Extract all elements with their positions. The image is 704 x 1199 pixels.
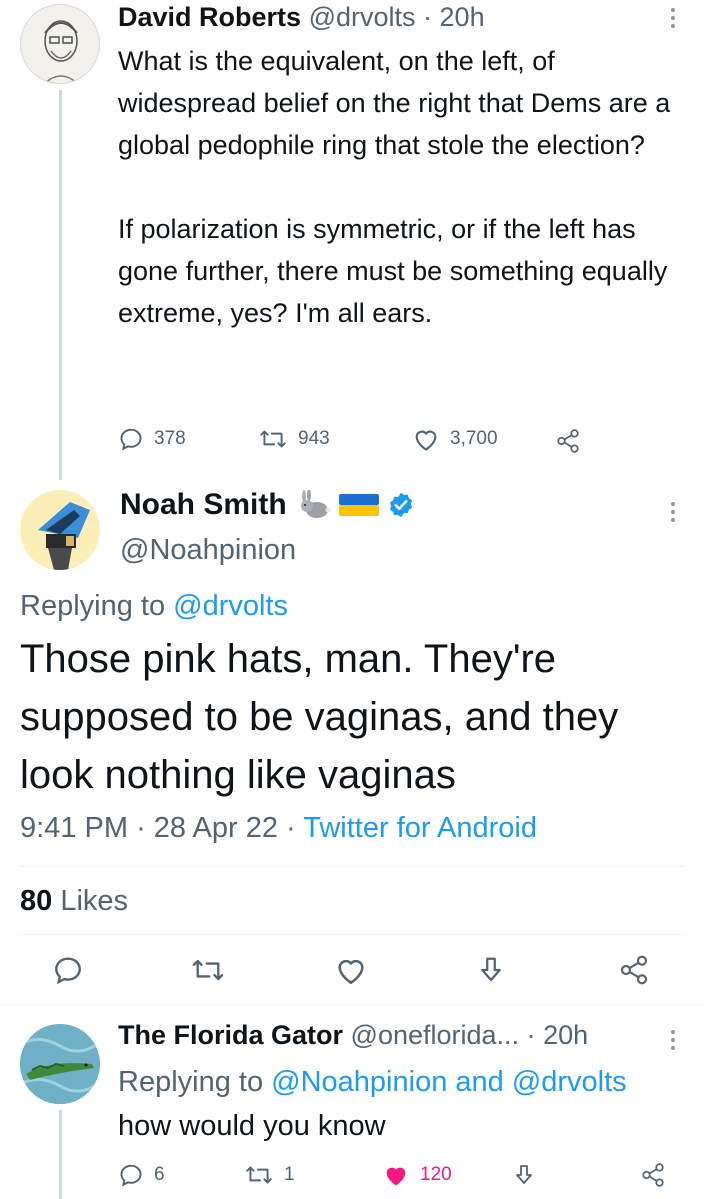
tweet-2-text: Those pink hats, man. They're supposed t… — [20, 637, 630, 797]
more-icon[interactable] — [670, 8, 676, 32]
author-handle[interactable]: @oneflorida... — [351, 1020, 520, 1050]
retweet-count: 1 — [284, 1164, 295, 1185]
like-icon-active — [386, 1167, 406, 1186]
author-name[interactable]: Noah Smith — [120, 488, 287, 522]
reply-count: 6 — [154, 1164, 165, 1185]
retweet-icon — [260, 430, 286, 448]
tweet-1-text: What is the equivalent, on the left, of … — [118, 46, 671, 328]
bookmark-button[interactable] — [512, 1162, 536, 1188]
tweet-date[interactable]: 28 Apr 22 — [154, 812, 278, 844]
retweet-button[interactable] — [190, 954, 226, 986]
reply-count: 378 — [154, 428, 186, 449]
like-button[interactable] — [334, 954, 368, 986]
like-count: 120 — [420, 1164, 452, 1185]
bookmark-icon — [481, 957, 501, 982]
like-count: 3,700 — [450, 428, 498, 449]
tweet-3-header: The Florida Gator @oneflorida... · 20h — [118, 1020, 588, 1051]
retweet-icon — [192, 959, 224, 981]
separator: · — [423, 2, 433, 32]
tweet-time[interactable]: 9:41 PM — [20, 812, 128, 844]
author-name[interactable]: The Florida Gator — [118, 1020, 343, 1050]
replying-to: Replying to @drvolts — [20, 590, 288, 623]
like-button[interactable]: 120 — [382, 1162, 452, 1188]
bookmark-button[interactable] — [476, 954, 506, 986]
tweet-3-text: how would you know — [118, 1110, 386, 1142]
likes-stat[interactable]: 80 Likes — [20, 885, 128, 918]
divider — [20, 934, 685, 935]
author-name[interactable]: David Roberts — [118, 2, 301, 32]
more-icon[interactable] — [670, 502, 676, 526]
tweet-2-author-row: Noah Smith — [120, 488, 415, 522]
share-button[interactable] — [640, 1162, 666, 1188]
tweet-2-meta: 9:41 PM · 28 Apr 22 · Twitter for Androi… — [20, 812, 537, 845]
share-icon — [557, 429, 579, 453]
tweet-source-link[interactable]: Twitter for Android — [303, 812, 537, 844]
like-icon — [415, 430, 437, 451]
divider — [0, 1004, 704, 1005]
retweet-count: 943 — [298, 428, 330, 449]
replying-to-link[interactable]: @Noahpinion and @drvolts — [271, 1066, 627, 1098]
share-icon — [642, 1163, 664, 1187]
retweet-icon — [246, 1166, 272, 1184]
thread-line — [59, 90, 62, 480]
bookmark-icon — [516, 1165, 532, 1184]
share-button[interactable] — [555, 428, 581, 454]
avatar-noah-smith[interactable] — [20, 490, 100, 570]
avatar-david-roberts[interactable] — [20, 4, 100, 84]
likes-count: 80 — [20, 885, 53, 917]
replying-to: Replying to @Noahpinion and @drvolts — [118, 1066, 627, 1099]
likes-label: Likes — [60, 885, 129, 917]
reply-icon — [120, 428, 142, 451]
reply-button[interactable]: 378 — [118, 426, 186, 452]
thread-line — [59, 1110, 62, 1199]
share-icon — [620, 955, 648, 985]
author-handle[interactable]: @drvolts — [309, 2, 416, 32]
separator: · — [136, 812, 146, 844]
verified-icon — [389, 492, 412, 518]
tweet-time[interactable]: 20h — [440, 2, 485, 32]
like-icon — [338, 959, 364, 985]
ukraine-flag-emoji — [338, 494, 379, 516]
avatar-florida-gator[interactable] — [20, 1024, 100, 1104]
reply-icon — [55, 957, 81, 985]
replying-to-prefix: Replying to — [20, 590, 166, 622]
reply-button[interactable]: 6 — [118, 1162, 165, 1188]
retweet-button[interactable]: 943 — [258, 426, 330, 452]
like-button[interactable]: 3,700 — [412, 426, 498, 452]
rabbit-emoji — [300, 490, 331, 518]
replying-to-prefix: Replying to — [118, 1066, 264, 1098]
retweet-button[interactable]: 1 — [244, 1162, 295, 1188]
more-icon[interactable] — [670, 1030, 676, 1054]
divider — [20, 866, 685, 867]
reply-icon — [120, 1164, 142, 1187]
tweet-1-header: David Roberts @drvolts · 20h — [118, 2, 485, 33]
tweet-time[interactable]: 20h — [543, 1020, 588, 1050]
separator: · — [526, 1020, 536, 1050]
separator: · — [286, 812, 296, 844]
author-handle[interactable]: @Noahpinion — [120, 534, 296, 567]
replying-to-link[interactable]: @drvolts — [173, 590, 288, 622]
reply-button[interactable] — [52, 954, 84, 986]
share-button[interactable] — [618, 954, 650, 986]
